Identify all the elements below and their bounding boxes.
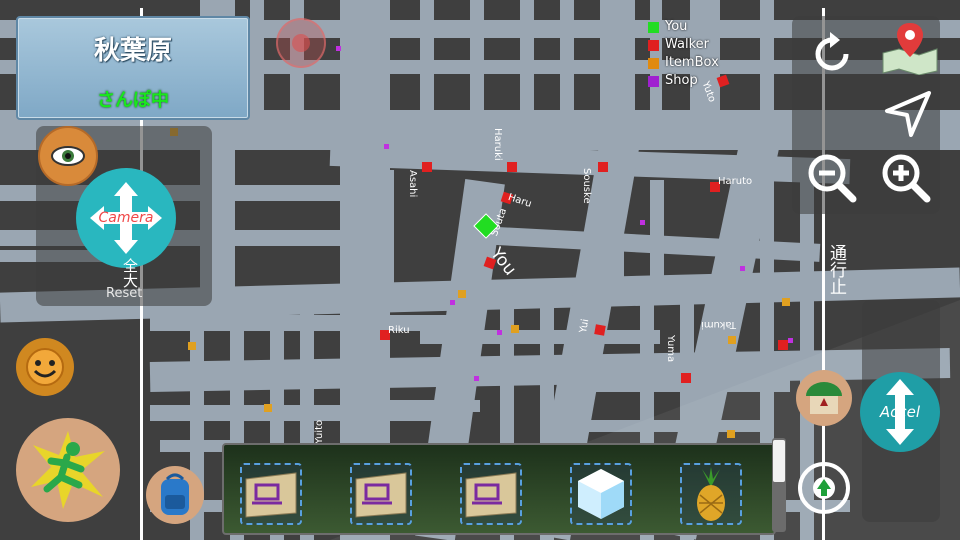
backpack-button[interactable] xyxy=(146,466,204,524)
zoom-all-vertical-label: 全大 xyxy=(121,258,139,288)
map-legend: You Walker ItemBox Shop xyxy=(648,18,719,90)
walker-marker xyxy=(507,162,517,172)
itembox-marker xyxy=(782,298,790,306)
walker-marker xyxy=(422,162,432,172)
walker-label: Haruto xyxy=(718,176,753,187)
area-info-panel: 秋葉原 さんぽ中 xyxy=(16,16,250,120)
area-name: 秋葉原 xyxy=(93,36,172,66)
running-man-icon xyxy=(31,431,105,509)
emote-button[interactable] xyxy=(16,338,74,396)
shop-marker xyxy=(497,330,502,335)
walker-marker xyxy=(598,162,608,172)
walker-label: Takumi xyxy=(701,319,736,330)
recenter-button[interactable] xyxy=(798,462,850,514)
map-pin-icon xyxy=(882,23,938,75)
smile-face-icon xyxy=(26,348,64,386)
itembox-marker xyxy=(728,336,736,344)
zoom-in-button[interactable] xyxy=(878,150,934,206)
reset-button[interactable]: Reset xyxy=(106,286,142,301)
shop-marker xyxy=(336,46,341,51)
laptop-box-icon xyxy=(465,472,517,518)
location-up-icon xyxy=(813,477,835,499)
camera-dpad[interactable]: Camera xyxy=(76,168,176,268)
walker-marker xyxy=(681,373,691,383)
zoom-out-button[interactable] xyxy=(804,150,860,206)
laptop-box-icon xyxy=(245,472,297,518)
inventory-slot-2[interactable] xyxy=(350,463,412,525)
zoom-in-icon xyxy=(882,154,931,203)
walker-label: Souske xyxy=(581,168,592,204)
itembox-marker xyxy=(727,430,735,438)
laptop-box-icon xyxy=(355,472,407,518)
walker-marker xyxy=(778,340,788,350)
legend-item-shop: Shop xyxy=(648,72,719,90)
refresh-button[interactable] xyxy=(806,28,858,80)
backpack-icon xyxy=(161,473,189,515)
scrollbar-thumb[interactable] xyxy=(773,440,785,482)
walker-label: Haruki xyxy=(492,128,503,161)
inventory-tray xyxy=(222,443,776,535)
walker-label: Yuito xyxy=(314,419,325,444)
walker-label: Riku xyxy=(388,325,410,336)
walker-label: Asahi xyxy=(407,170,418,198)
inventory-slot-4[interactable] xyxy=(570,463,632,525)
walker-label: Yuma xyxy=(665,335,676,363)
itembox-marker xyxy=(511,325,519,333)
shop-icon xyxy=(806,382,842,414)
target-icon[interactable] xyxy=(276,18,326,68)
shop-marker xyxy=(740,266,745,271)
camera-label: Camera xyxy=(98,210,154,226)
inventory-slot-1[interactable] xyxy=(240,463,302,525)
shop-button[interactable] xyxy=(796,370,852,426)
legend-item-itembox: ItemBox xyxy=(648,54,719,72)
itembox-marker xyxy=(188,342,196,350)
shop-marker xyxy=(450,300,455,305)
refresh-icon xyxy=(815,32,849,71)
walk-status: さんぽ中 xyxy=(97,90,169,111)
accel-dpad[interactable]: Accel xyxy=(860,372,940,452)
shop-marker xyxy=(788,338,793,343)
legend-item-you: You xyxy=(648,18,719,36)
road-closed-vertical-label: 通行止 xyxy=(826,244,846,295)
itembox-marker xyxy=(458,290,466,298)
inventory-scrollbar[interactable] xyxy=(772,438,786,532)
map-button[interactable] xyxy=(878,18,942,76)
walker-marker xyxy=(594,324,606,336)
itembox-marker xyxy=(264,404,272,412)
inventory-slot-3[interactable] xyxy=(460,463,522,525)
shop-marker xyxy=(474,376,479,381)
accel-label: Accel xyxy=(879,403,921,421)
navigate-button[interactable] xyxy=(880,88,936,140)
shop-marker xyxy=(640,220,645,225)
pineapple-icon xyxy=(697,467,725,521)
ice-cube-icon xyxy=(578,469,624,519)
legend-item-walker: Walker xyxy=(648,36,719,54)
shop-marker xyxy=(384,144,389,149)
zoom-out-icon xyxy=(808,154,857,203)
navigate-arrow-icon xyxy=(885,91,931,137)
dash-button[interactable] xyxy=(16,418,120,522)
inventory-slot-5[interactable] xyxy=(680,463,742,525)
